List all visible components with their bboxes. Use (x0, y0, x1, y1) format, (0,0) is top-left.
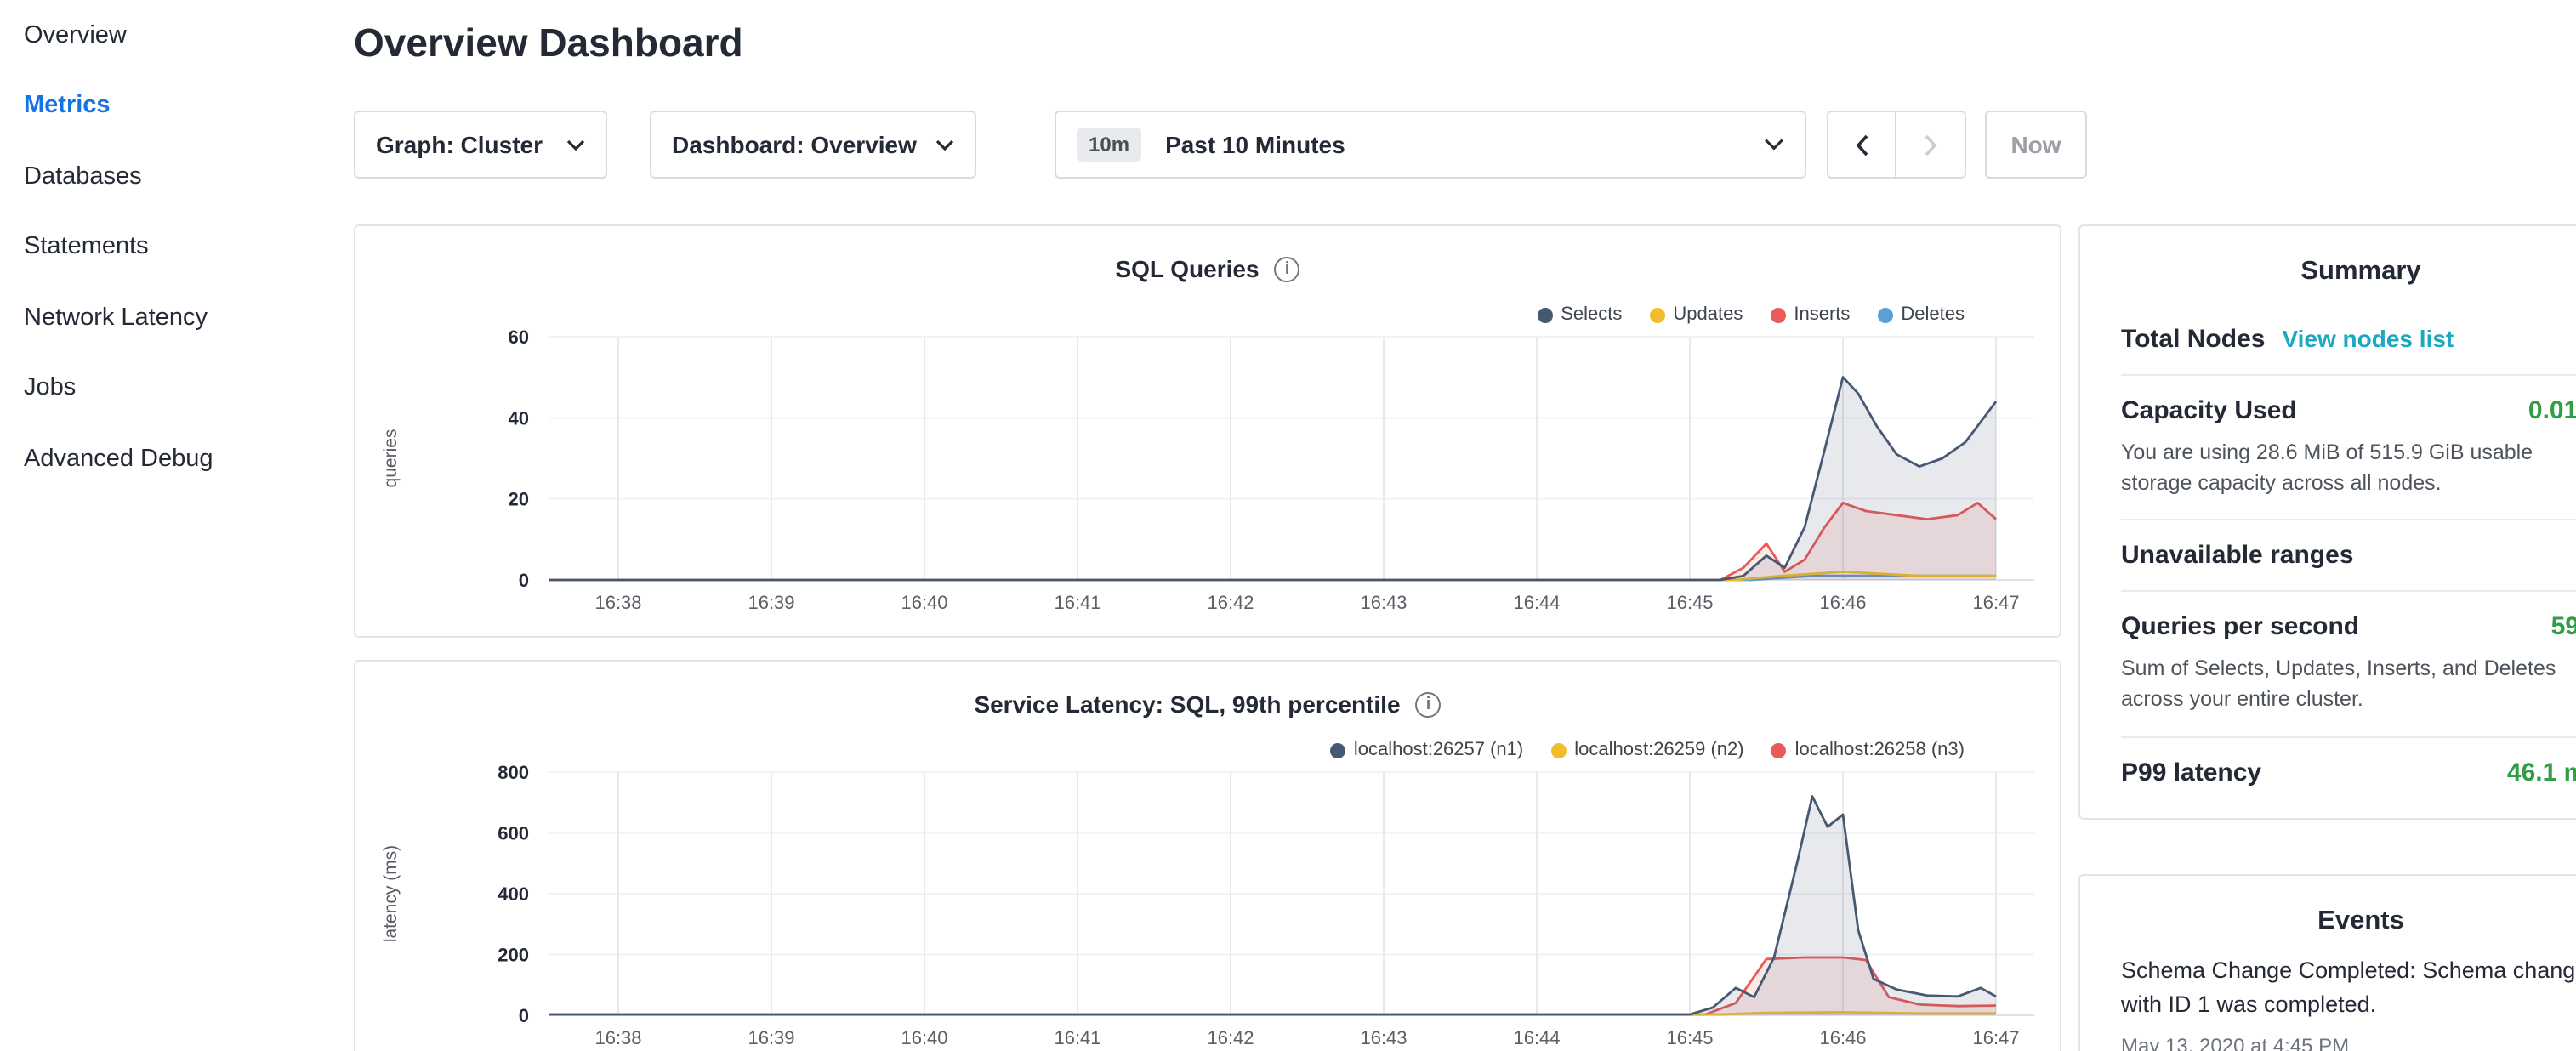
svg-text:16:43: 16:43 (1360, 592, 1407, 613)
dashboard-dropdown[interactable]: Dashboard: Overview (650, 111, 976, 179)
chevron-left-icon (1855, 134, 1868, 156)
summary-panel: Summary Total Nodes View nodes list 3 Ca… (2078, 224, 2576, 819)
sidebar-item-overview[interactable]: Overview (24, 0, 323, 71)
svg-text:16:40: 16:40 (901, 1027, 947, 1048)
svg-text:600: 600 (498, 823, 529, 844)
graph-dropdown[interactable]: Graph: Cluster (354, 111, 607, 179)
chevron-down-icon (935, 139, 954, 151)
series-line (549, 378, 1996, 580)
summary-row-total-nodes: Total Nodes View nodes list 3 (2121, 304, 2576, 376)
svg-text:16:44: 16:44 (1513, 592, 1560, 613)
chart-plot-area[interactable]: 0 200 400 600 800 16:38 16:39 16:40 16:41 16:42 16… (355, 730, 2060, 1051)
svg-text:16:42: 16:42 (1207, 592, 1254, 613)
summary-metric-label: Queries per second (2121, 613, 2359, 642)
time-step-buttons (1827, 111, 1966, 179)
time-range-label: Past 10 Minutes (1165, 131, 1345, 158)
time-prev-button[interactable] (1827, 111, 1896, 179)
series-area (549, 378, 1996, 580)
svg-text:0: 0 (519, 1005, 529, 1026)
svg-text:200: 200 (498, 945, 529, 966)
svg-text:16:47: 16:47 (1972, 592, 2019, 613)
chart-title: Service Latency: SQL, 99th percentile (974, 690, 1400, 718)
svg-text:400: 400 (498, 883, 529, 905)
page-title: Overview Dashboard (354, 20, 743, 66)
time-range-selector[interactable]: 10m Past 10 Minutes (1055, 111, 1806, 179)
svg-text:16:39: 16:39 (748, 1027, 794, 1048)
svg-text:800: 800 (498, 762, 529, 783)
sidebar-item-network-latency[interactable]: Network Latency (24, 282, 323, 353)
events-panel: Events Schema Change Completed: Schema c… (2078, 874, 2576, 1051)
series-area (549, 797, 1996, 1015)
summary-metric-caption: Sum of Selects, Updates, Inserts, and De… (2121, 654, 2576, 716)
summary-metric-label: Total Nodes (2121, 325, 2265, 354)
svg-text:60: 60 (509, 327, 529, 348)
svg-text:16:43: 16:43 (1360, 1027, 1407, 1048)
dashboard-controls: Graph: Cluster Dashboard: Overview 10m P… (354, 111, 2087, 179)
summary-metric-label: P99 latency (2121, 758, 2261, 787)
svg-text:16:39: 16:39 (748, 592, 794, 613)
summary-metric-value: 46.1 ms (2507, 758, 2576, 787)
summary-metric-caption: You are using 28.6 MiB of 515.9 GiB usab… (2121, 437, 2576, 499)
svg-text:queries: queries (381, 429, 401, 488)
chart-title-row: Service Latency: SQL, 99th percentile (355, 690, 2060, 718)
summary-metric-label: Capacity Used (2121, 396, 2297, 425)
dashboard-dropdown-label: Dashboard: Overview (672, 131, 917, 158)
sidebar-item-advanced-debug[interactable]: Advanced Debug (24, 423, 323, 494)
summary-row-capacity-used: Capacity Used 0.01% You are using 28.6 M… (2121, 376, 2576, 521)
event-entry[interactable]: Schema Change Completed: Schema change w… (2121, 954, 2576, 1051)
svg-text:0: 0 (519, 570, 529, 591)
sidebar-item-databases[interactable]: Databases (24, 141, 323, 212)
info-icon[interactable] (1416, 691, 1442, 717)
svg-text:20: 20 (509, 489, 529, 510)
time-window-badge: 10m (1077, 128, 1141, 162)
view-nodes-list-link[interactable]: View nodes list (2282, 325, 2454, 352)
summary-metric-value: 59.7 (2551, 613, 2576, 642)
chart-canvas[interactable]: 0 200 400 600 800 16:38 16:39 16:40 16:41 16:42 16… (355, 730, 2060, 1051)
svg-text:16:47: 16:47 (1972, 1027, 2019, 1048)
svg-text:16:40: 16:40 (901, 592, 947, 613)
sidebar: Overview Metrics Databases Statements Ne… (0, 0, 323, 494)
events-title: Events (2121, 900, 2576, 954)
graph-dropdown-label: Graph: Cluster (376, 131, 543, 158)
svg-text:16:38: 16:38 (594, 1027, 641, 1048)
chevron-right-icon (1924, 134, 1937, 156)
summary-row-unavailable-ranges: Unavailable ranges 0 (2121, 521, 2576, 593)
svg-text:16:42: 16:42 (1207, 1027, 1254, 1048)
svg-text:16:45: 16:45 (1666, 592, 1713, 613)
svg-text:40: 40 (509, 407, 529, 429)
app-root: Overview Metrics Databases Statements Ne… (0, 0, 2576, 1051)
svg-text:latency (ms): latency (ms) (381, 845, 401, 942)
svg-text:16:46: 16:46 (1819, 592, 1866, 613)
sidebar-item-statements[interactable]: Statements (24, 212, 323, 282)
chart-title-row: SQL Queries (355, 255, 2060, 282)
sql-queries-panel: SQL Queries SelectsUpdatesInsertsDeletes… (354, 224, 2061, 638)
chevron-down-icon (566, 139, 585, 151)
svg-text:16:38: 16:38 (594, 592, 641, 613)
summary-metric-value: 0.01% (2528, 396, 2576, 425)
svg-text:16:41: 16:41 (1054, 1027, 1100, 1048)
summary-title: Summary (2121, 250, 2576, 304)
svg-text:16:45: 16:45 (1666, 1027, 1713, 1048)
info-icon[interactable] (1275, 256, 1300, 281)
chart-title: SQL Queries (1115, 255, 1259, 282)
chart-canvas[interactable]: 0 20 40 60 16:38 16:39 16:40 16:41 16:42 16:43 16:… (355, 294, 2060, 634)
svg-text:16:44: 16:44 (1513, 1027, 1560, 1048)
summary-metric-label: Unavailable ranges (2121, 542, 2353, 571)
event-text: Schema Change Completed: Schema change w… (2121, 954, 2576, 1023)
chevron-down-icon (1764, 138, 1784, 151)
svg-text:16:46: 16:46 (1819, 1027, 1866, 1048)
time-next-button[interactable] (1896, 111, 1966, 179)
sidebar-item-jobs[interactable]: Jobs (24, 353, 323, 423)
service-latency-panel: Service Latency: SQL, 99th percentile lo… (354, 660, 2061, 1051)
now-button[interactable]: Now (1985, 111, 2087, 179)
event-timestamp: May 13, 2020 at 4:45 PM (2121, 1033, 2576, 1051)
sidebar-item-metrics[interactable]: Metrics (24, 71, 323, 141)
summary-row-p99-latency: P99 latency 46.1 ms (2121, 737, 2576, 807)
chart-plot-area[interactable]: 0 20 40 60 16:38 16:39 16:40 16:41 16:42 16:43 16:… (355, 294, 2060, 643)
summary-row-queries-per-second: Queries per second 59.7 Sum of Selects, … (2121, 593, 2576, 738)
svg-text:16:41: 16:41 (1054, 592, 1100, 613)
